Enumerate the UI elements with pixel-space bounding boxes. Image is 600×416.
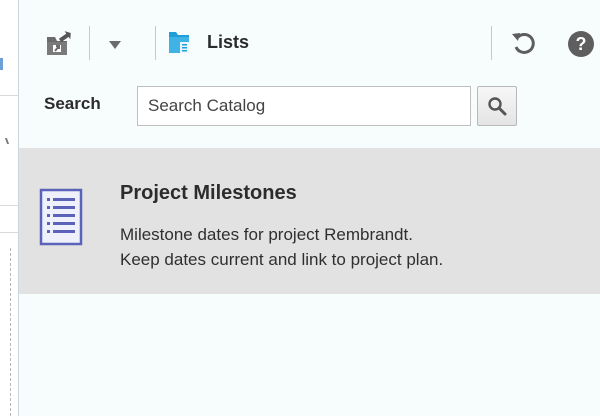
edge-divider: [0, 205, 18, 206]
search-icon: [488, 97, 507, 116]
refresh-icon[interactable]: [509, 28, 539, 58]
edge-marker: [4, 138, 16, 144]
help-icon[interactable]: ?: [567, 30, 595, 58]
edge-dashed-border: [10, 248, 11, 416]
search-label: Search: [44, 94, 101, 113]
dropdown-icon[interactable]: [105, 34, 125, 54]
result-description: Milestone dates for project Rembrandt. K…: [120, 222, 600, 272]
result-title[interactable]: Project Milestones: [120, 182, 297, 205]
list-item[interactable]: Project Milestones Milestone dates for p…: [19, 148, 600, 294]
current-folder-title: Lists: [207, 32, 250, 52]
lists-folder-icon: [167, 28, 191, 56]
search-input[interactable]: [137, 86, 471, 126]
new-folder-icon[interactable]: [45, 30, 73, 58]
list-document-icon: [39, 188, 83, 246]
edge-divider: [0, 95, 18, 96]
toolbar-separator: [155, 26, 156, 60]
background-page-edge: [0, 0, 18, 416]
toolbar-separator: [89, 26, 90, 60]
search-bar: Search: [19, 84, 600, 128]
svg-text:?: ?: [576, 34, 587, 54]
catalog-panel: Lists ? Search Search Catalog Project Mi…: [18, 0, 600, 416]
catalog-results-list: Project Milestones Milestone dates for p…: [19, 148, 600, 294]
result-description-line: Keep dates current and link to project p…: [120, 250, 444, 269]
edge-accent: [0, 58, 3, 70]
edge-divider: [0, 232, 18, 233]
toolbar-separator: [491, 26, 492, 60]
catalog-toolbar: Lists ?: [19, 22, 600, 68]
result-description-line: Milestone dates for project Rembrandt.: [120, 225, 413, 244]
search-button[interactable]: [477, 86, 517, 126]
